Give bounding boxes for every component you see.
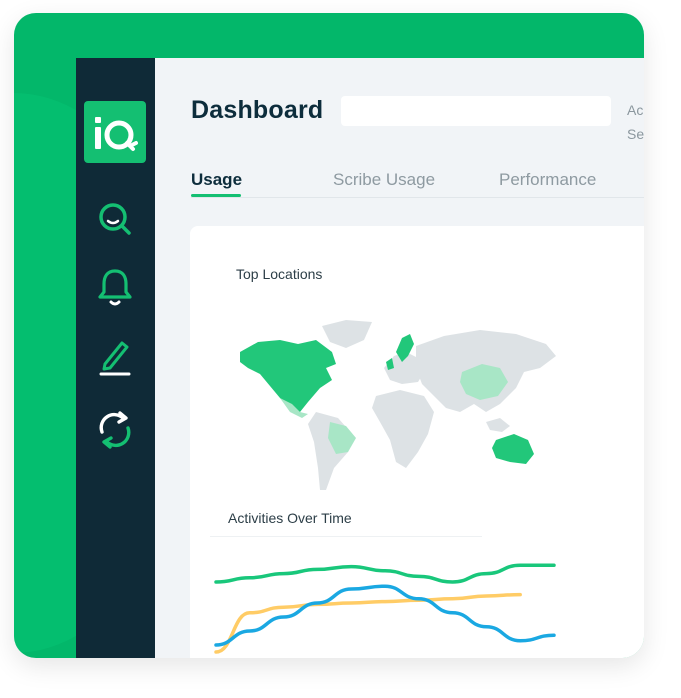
tab-usage[interactable]: Usage (191, 170, 242, 190)
tab-performance[interactable]: Performance (499, 170, 596, 190)
chart-series-line-0 (214, 563, 556, 584)
search-input[interactable] (341, 96, 611, 126)
map-australia (492, 434, 534, 464)
map-north-america (240, 340, 336, 412)
activities-chart (214, 563, 556, 654)
pencil-icon (99, 341, 131, 376)
tab-bar: Usage Scribe Usage Performance (191, 166, 644, 198)
sidebar-item-search[interactable] (93, 196, 137, 240)
map-se-asia (486, 418, 510, 432)
sidebar-item-sync[interactable] (93, 408, 137, 452)
map-greenland (322, 320, 372, 348)
top-locations-title: Top Locations (236, 266, 323, 282)
logo-iq-icon (95, 117, 138, 151)
sidebar-item-notifications[interactable] (93, 265, 137, 309)
card-divider (210, 536, 482, 537)
main-content: Dashboard Ac Se Usage Scribe Usage Perfo… (155, 58, 644, 658)
refresh-icon (99, 411, 131, 449)
sidebar-item-edit[interactable] (93, 334, 137, 378)
tab-scribe-usage[interactable]: Scribe Usage (333, 170, 435, 190)
map-africa (372, 390, 434, 468)
active-tab-indicator (191, 194, 241, 197)
world-map (240, 320, 556, 490)
app-window: iQ (76, 58, 644, 658)
logo[interactable]: iQ (84, 101, 146, 163)
header-truncated-label-2: Se (627, 126, 644, 142)
activities-title: Activities Over Time (228, 510, 352, 526)
page-title: Dashboard (191, 96, 324, 124)
usage-card: Top Locations Activities Over Time (190, 226, 644, 658)
sidebar: iQ (76, 58, 155, 658)
header-truncated-label-1: Ac (627, 102, 644, 118)
search-icon (99, 203, 131, 235)
app-frame: iQ (14, 13, 644, 658)
bell-icon (98, 269, 132, 306)
